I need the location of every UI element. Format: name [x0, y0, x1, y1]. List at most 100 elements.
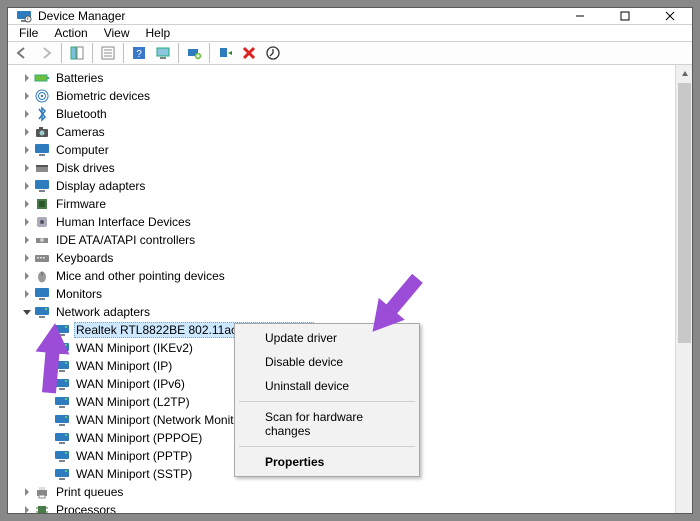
- show-hide-tree-button[interactable]: [66, 42, 88, 64]
- minimize-button[interactable]: [557, 8, 602, 24]
- tree-item-mice[interactable]: Mice and other pointing devices: [10, 267, 675, 285]
- expand-icon[interactable]: [20, 251, 34, 265]
- window-frame: Device Manager File Action View Help ?: [7, 7, 693, 514]
- tree-item-computer[interactable]: Computer: [10, 141, 675, 159]
- tree-item-cameras[interactable]: Cameras: [10, 123, 675, 141]
- tree-label: Keyboards: [54, 251, 115, 265]
- network-icon: [54, 466, 70, 482]
- keyboard-icon: [34, 250, 50, 266]
- expand-icon[interactable]: [20, 89, 34, 103]
- properties-button[interactable]: [97, 42, 119, 64]
- context-update-driver[interactable]: Update driver: [237, 326, 417, 350]
- cpu-icon: [34, 502, 50, 514]
- tree-item-hid[interactable]: Human Interface Devices: [10, 213, 675, 231]
- tree-label: WAN Miniport (L2TP): [74, 395, 192, 409]
- maximize-button[interactable]: [602, 8, 647, 24]
- network-icon: [54, 358, 70, 374]
- tree-label: Biometric devices: [54, 89, 152, 103]
- fingerprint-icon: [34, 88, 50, 104]
- tree-label: Bluetooth: [54, 107, 109, 121]
- hid-icon: [34, 214, 50, 230]
- window-buttons: [557, 8, 692, 24]
- network-icon: [54, 430, 70, 446]
- monitor-icon: [34, 286, 50, 302]
- update-driver-button[interactable]: [183, 42, 205, 64]
- tree-label: Monitors: [54, 287, 104, 301]
- tree-item-network-adapters[interactable]: Network adapters: [10, 303, 675, 321]
- camera-icon: [34, 124, 50, 140]
- tree-label: Mice and other pointing devices: [54, 269, 227, 283]
- context-separator: [239, 446, 415, 447]
- toolbar-separator: [209, 43, 210, 63]
- scroll-up-button[interactable]: [676, 65, 693, 82]
- expand-icon[interactable]: [20, 269, 34, 283]
- expand-icon[interactable]: [20, 179, 34, 193]
- context-menu: Update driver Disable device Uninstall d…: [234, 323, 420, 477]
- network-icon: [54, 322, 70, 338]
- enable-device-button[interactable]: [214, 42, 236, 64]
- menu-help[interactable]: Help: [139, 25, 178, 41]
- expand-icon[interactable]: [20, 287, 34, 301]
- network-icon: [34, 304, 50, 320]
- tree-label: WAN Miniport (SSTP): [74, 467, 194, 481]
- computer-icon: [34, 142, 50, 158]
- menubar: File Action View Help: [8, 25, 692, 41]
- toolbar-separator: [123, 43, 124, 63]
- menu-view[interactable]: View: [97, 25, 137, 41]
- tree-label: Network adapters: [54, 305, 152, 319]
- close-button[interactable]: [647, 8, 692, 24]
- menu-action[interactable]: Action: [47, 25, 94, 41]
- ide-icon: [34, 232, 50, 248]
- tree-item-disk-drives[interactable]: Disk drives: [10, 159, 675, 177]
- tree-item-monitors[interactable]: Monitors: [10, 285, 675, 303]
- scan-hardware-button[interactable]: [152, 42, 174, 64]
- expand-icon[interactable]: [20, 503, 34, 514]
- tree-label: WAN Miniport (PPPOE): [74, 431, 204, 445]
- tree-item-print-queues[interactable]: Print queues: [10, 483, 675, 501]
- help-button[interactable]: ?: [128, 42, 150, 64]
- expand-icon[interactable]: [20, 485, 34, 499]
- context-uninstall-device[interactable]: Uninstall device: [237, 374, 417, 398]
- tree-item-biometric[interactable]: Biometric devices: [10, 87, 675, 105]
- tree-item-ide[interactable]: IDE ATA/ATAPI controllers: [10, 231, 675, 249]
- expand-icon[interactable]: [20, 161, 34, 175]
- expand-icon[interactable]: [20, 215, 34, 229]
- tree-label: Computer: [54, 143, 111, 157]
- tree-item-processors[interactable]: Processors: [10, 501, 675, 514]
- context-disable-device[interactable]: Disable device: [237, 350, 417, 374]
- window-title: Device Manager: [38, 9, 557, 23]
- chip-icon: [34, 196, 50, 212]
- network-icon: [54, 340, 70, 356]
- expand-icon[interactable]: [20, 233, 34, 247]
- expand-icon[interactable]: [20, 107, 34, 121]
- bluetooth-icon: [34, 106, 50, 122]
- tree-item-firmware[interactable]: Firmware: [10, 195, 675, 213]
- collapse-icon[interactable]: [20, 305, 34, 319]
- svg-text:?: ?: [136, 49, 142, 60]
- disable-device-button[interactable]: [262, 42, 284, 64]
- tree-item-keyboards[interactable]: Keyboards: [10, 249, 675, 267]
- tree-label: WAN Miniport (IKEv2): [74, 341, 195, 355]
- battery-icon: [34, 70, 50, 86]
- back-button[interactable]: [11, 42, 33, 64]
- tree-item-batteries[interactable]: Batteries: [10, 69, 675, 87]
- network-icon: [54, 376, 70, 392]
- tree-label: Display adapters: [54, 179, 147, 193]
- tree-item-bluetooth[interactable]: Bluetooth: [10, 105, 675, 123]
- menu-file[interactable]: File: [12, 25, 45, 41]
- app-icon: [16, 8, 32, 24]
- forward-button[interactable]: [35, 42, 57, 64]
- tree-label: Human Interface Devices: [54, 215, 193, 229]
- uninstall-device-button[interactable]: [238, 42, 260, 64]
- expand-icon[interactable]: [20, 125, 34, 139]
- monitor-icon: [34, 178, 50, 194]
- tree-item-display-adapters[interactable]: Display adapters: [10, 177, 675, 195]
- vertical-scrollbar[interactable]: [675, 65, 692, 514]
- disk-icon: [34, 160, 50, 176]
- scroll-thumb[interactable]: [678, 83, 691, 343]
- context-scan-hardware[interactable]: Scan for hardware changes: [237, 405, 417, 443]
- expand-icon[interactable]: [20, 197, 34, 211]
- context-properties[interactable]: Properties: [237, 450, 417, 474]
- expand-icon[interactable]: [20, 143, 34, 157]
- expand-icon[interactable]: [20, 71, 34, 85]
